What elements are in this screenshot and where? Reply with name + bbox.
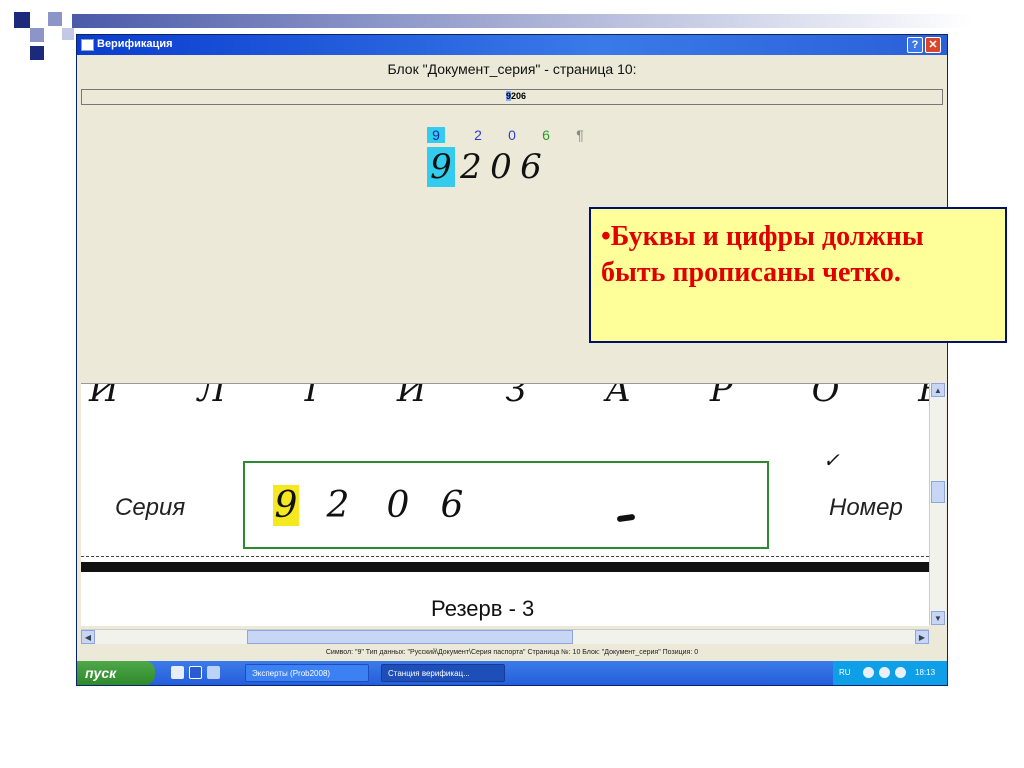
recognized-char[interactable]: 2 [469,127,487,143]
scanned-letters: И Л І И З А Р О Б И Ч [89,383,929,410]
series-digit: 6 [440,485,464,526]
deco-square [30,28,44,42]
app-icon [81,39,94,51]
ink-tick: ✓ [823,450,840,472]
scroll-thumb[interactable] [247,630,573,644]
scroll-right-icon[interactable]: ▶ [915,630,929,644]
slide-header-bar [72,14,972,28]
paragraph-mark: ¶ [576,127,584,143]
field-value-text: 9206 [506,91,526,101]
scroll-down-icon[interactable]: ▼ [931,611,945,625]
recognized-char[interactable]: 0 [503,127,521,143]
block-title: Блок "Документ_серия" - страница 10: [387,61,637,77]
series-number-box: 9 2 0 6 [243,461,769,549]
handwritten-char: 9 [427,147,455,187]
title-bar[interactable]: Верификация ? ✕ [77,35,947,55]
tray-icon[interactable] [879,667,890,678]
deco-square [62,28,74,40]
series-digit: 2 [326,485,350,526]
scanned-image: И Л І И З А Р О Б И Ч Серия 9 2 0 6 ✓ Но… [81,383,929,626]
scroll-thumb[interactable] [931,481,945,503]
verification-window: Верификация ? ✕ Блок "Документ_серия" - … [76,34,948,686]
close-button[interactable]: ✕ [925,37,941,53]
scroll-up-icon[interactable]: ▲ [931,383,945,397]
note-text: •Буквы и цифры должны быть прописаны чет… [601,221,924,288]
field-value-input[interactable]: 9206 [81,89,943,105]
dashed-rule [81,556,929,557]
taskbar-item[interactable]: Станция верификац... [381,664,505,682]
serie-label: Серия [115,494,186,521]
tray-icon[interactable] [895,667,906,678]
nomer-label: Номер [829,494,903,521]
language-indicator[interactable]: RU [839,661,851,685]
horizontal-scrollbar[interactable]: ◀ ▶ [81,629,929,644]
thick-rule [81,562,929,572]
handwritten-char: 6 [520,147,542,187]
window-title: Верификация [97,38,173,50]
vertical-scrollbar[interactable]: ▲ ▼ [929,383,946,625]
taskbar-item[interactable]: Эксперты (Prob2008) [245,664,369,682]
system-tray: RU 18:13 [833,661,947,685]
tray-icon[interactable] [863,667,874,678]
reserve-label: Резерв - 3 [431,596,535,621]
ink-mark [616,513,636,523]
recognized-char[interactable]: 6 [537,127,555,143]
browser-icon[interactable] [207,666,220,679]
ie-icon[interactable] [171,666,184,679]
deco-square [48,12,62,26]
start-button[interactable]: пуск [77,661,155,685]
help-button[interactable]: ? [907,37,923,53]
series-digit: 0 [386,485,410,526]
clock: 18:13 [915,668,936,677]
word-icon[interactable] [189,666,202,679]
handwritten-char: 0 [490,147,512,187]
recognized-char[interactable]: 9 [427,127,445,143]
note-box: •Буквы и цифры должны быть прописаны чет… [589,207,1007,343]
handwritten-char: 2 [460,147,482,187]
series-digit: 9 [273,485,299,526]
taskbar: пуск Эксперты (Prob2008) Станция верифик… [77,661,947,685]
deco-square [30,46,44,60]
deco-square [14,12,30,28]
field-rest-chars: 206 [511,91,527,101]
scroll-left-icon[interactable]: ◀ [81,630,95,644]
status-bar: Символ: "9" Тип данных: "Русский\Докумен… [325,649,699,656]
